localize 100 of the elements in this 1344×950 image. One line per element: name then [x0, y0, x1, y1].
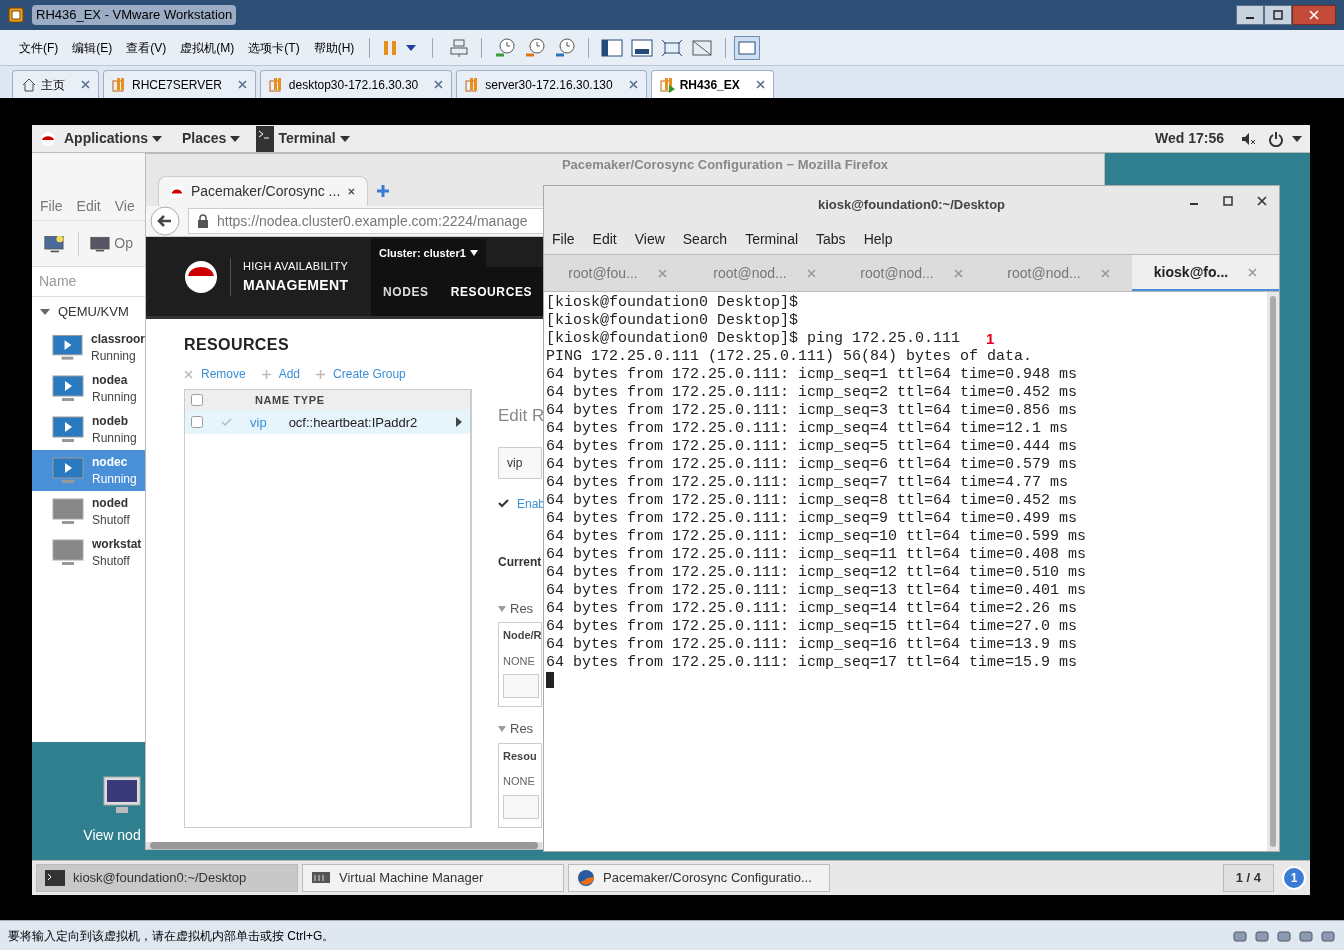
applications-menu[interactable]: Applications [64, 128, 148, 149]
open-button-label[interactable]: Op [114, 233, 133, 254]
column-header: NAME [255, 393, 290, 409]
taskbar-item[interactable]: Pacemaker/Corosync Configuratio... [568, 864, 830, 892]
column-header: Node/R [502, 628, 543, 644]
scrollbar[interactable] [1267, 292, 1279, 851]
workspace-switcher[interactable]: 1 / 4 [1222, 864, 1274, 892]
menu-item[interactable]: Vie [114, 196, 135, 217]
vm-status: Running [92, 470, 137, 488]
menu-item[interactable]: 文件(F) [12, 34, 66, 61]
tab-label: server30-172.16.30.130 [485, 76, 613, 94]
vm-status: Running [90, 347, 137, 365]
browser-tab[interactable]: Pacemaker/Corosync ... [158, 176, 368, 207]
close-tab-icon[interactable] [81, 80, 90, 89]
clock-icon[interactable] [494, 36, 517, 59]
vm-status: Running [92, 388, 137, 406]
terminal-line: 64 bytes from 172.25.0.111: icmp_seq=11 ttl=64 time=0.408 ms [546, 546, 1087, 564]
places-menu[interactable]: Places [182, 128, 227, 149]
stopped-vm-icon [52, 497, 84, 526]
terminal-menu[interactable]: Terminal [278, 128, 336, 149]
terminal-line: 64 bytes from 172.25.0.111: icmp_seq=2 ttl=64 time=0.452 ms [546, 384, 1078, 402]
taskbar-item[interactable]: kiosk@foundation0:~/Desktop [36, 864, 298, 892]
power-icon[interactable] [1268, 130, 1284, 147]
maximize-icon[interactable] [1273, 10, 1283, 20]
checkbox-icon[interactable] [191, 416, 203, 429]
vm-list-item[interactable]: nodeb Running [32, 409, 145, 450]
shadowman-logo-icon [184, 259, 218, 294]
clock-icon[interactable] [554, 36, 577, 59]
close-tab-icon[interactable] [628, 80, 638, 89]
desktop-icon-label[interactable]: View nod [83, 825, 141, 846]
close-tab-icon[interactable] [434, 80, 444, 89]
name-field[interactable]: vip [498, 446, 542, 479]
menu-item[interactable]: Edit [76, 196, 101, 217]
add-link[interactable]: Add [261, 365, 301, 384]
menu-item[interactable]: View [634, 228, 665, 250]
menu-item[interactable]: 帮助(H) [306, 34, 362, 61]
terminal-line: 64 bytes from 172.25.0.111: icmp_seq=16 ttl=64 time=13.9 ms [546, 636, 1078, 654]
clock-icon[interactable] [524, 36, 547, 59]
address-bar[interactable]: https://nodea.cluster0.example.com:2224/manage [188, 208, 544, 235]
running-vm-icon [52, 415, 84, 444]
thumbnail-view-icon[interactable] [734, 35, 761, 60]
tab[interactable]: 主页 [12, 70, 99, 98]
resource-row[interactable]: vip ocf::heartbeat:IPaddr2 [185, 410, 470, 435]
menu-item[interactable]: Help [863, 228, 893, 250]
caret-icon[interactable] [1292, 135, 1302, 142]
menu-item[interactable]: Edit [592, 228, 617, 250]
minimize-button[interactable] [1236, 5, 1264, 25]
terminal-line: 64 bytes from 172.25.0.111: icmp_seq=12 ttl=64 time=0.510 ms [546, 564, 1087, 582]
menu-item[interactable]: Terminal [745, 228, 799, 250]
terminal-tab[interactable]: kiosk@fo... [1132, 255, 1279, 291]
vm-list-item[interactable]: workstat Shutoff [32, 532, 145, 573]
menu-item[interactable]: 选项卡(T) [241, 34, 307, 61]
close-icon[interactable] [1257, 196, 1267, 206]
menu-item[interactable]: Search [682, 228, 728, 250]
console-view-icon[interactable] [631, 38, 654, 57]
checkbox-icon[interactable] [191, 394, 203, 407]
tab[interactable]: RHCE7SERVER [103, 70, 256, 98]
vm-list-item[interactable]: nodea Running [32, 368, 145, 409]
menu-item[interactable]: 查看(V) [119, 34, 174, 61]
section-title[interactable]: Res [510, 598, 534, 619]
tab-label: RHCE7SERVER [132, 76, 222, 94]
menu-item[interactable]: 虚拟机(M) [173, 34, 242, 61]
vm-list-item[interactable]: noded Shutoff [32, 491, 145, 532]
window-title: Pacemaker/Corosync Configuration − Mozilla Firefox [561, 156, 889, 175]
cluster-dropdown[interactable]: Cluster: cluster1 [371, 239, 486, 268]
new-tab-icon[interactable] [376, 184, 390, 199]
close-tab-icon[interactable] [755, 80, 765, 89]
menu-item[interactable]: 编辑(E) [65, 34, 120, 61]
scrollbar[interactable] [146, 841, 542, 849]
tab-label: kiosk@fo... [1153, 262, 1229, 282]
tab[interactable]: RH436_EX [650, 70, 774, 98]
terminal-line: [kiosk@foundation0 Desktop]$ [546, 312, 799, 330]
maximize-icon[interactable] [1223, 196, 1233, 206]
terminal-line: 64 bytes from 172.25.0.111: icmp_seq=10 ttl=64 time=0.599 ms [546, 528, 1087, 546]
tab[interactable]: server30-172.16.30.130 [456, 70, 647, 98]
nav-tab[interactable]: NODES [383, 282, 429, 301]
menu-item[interactable]: File [40, 196, 63, 217]
remove-link[interactable]: Remove [184, 365, 246, 384]
add-link[interactable]: Create Group [316, 365, 406, 384]
close-tab-icon[interactable] [348, 187, 355, 197]
nav-tab[interactable]: RESOURCES [450, 282, 533, 301]
menu-item[interactable]: File [552, 228, 575, 250]
sidebar-view-icon[interactable] [601, 38, 624, 57]
fullscreen-icon[interactable] [661, 38, 684, 57]
vm-name: nodea [92, 371, 129, 389]
notification-count[interactable]: 1 [1282, 866, 1306, 890]
close-tab-icon[interactable] [237, 80, 247, 89]
section-title[interactable]: Res [510, 719, 534, 739]
text-cursor [546, 672, 554, 688]
tab[interactable]: desktop30-172.16.30.30 [259, 70, 453, 98]
globe-icon [577, 869, 595, 887]
taskbar-item[interactable]: Virtual Machine Manager [302, 864, 564, 892]
terminal-line: 64 bytes from 172.25.0.111: icmp_seq=5 ttl=64 time=0.444 ms [546, 438, 1078, 456]
status-text: 要将输入定向到该虚拟机，请在虚拟机内部单击或按 Ctrl+G。 [8, 927, 335, 945]
vm-list-item[interactable]: classroor Running [32, 327, 145, 368]
terminal-line: 64 bytes from 172.25.0.111: icmp_seq=1 ttl=64 time=0.948 ms [546, 366, 1078, 384]
maximize-button[interactable] [1264, 5, 1292, 25]
dropdown-icon[interactable] [406, 44, 417, 51]
menu-item[interactable]: Tabs [816, 228, 846, 250]
close-button[interactable] [1292, 5, 1336, 25]
